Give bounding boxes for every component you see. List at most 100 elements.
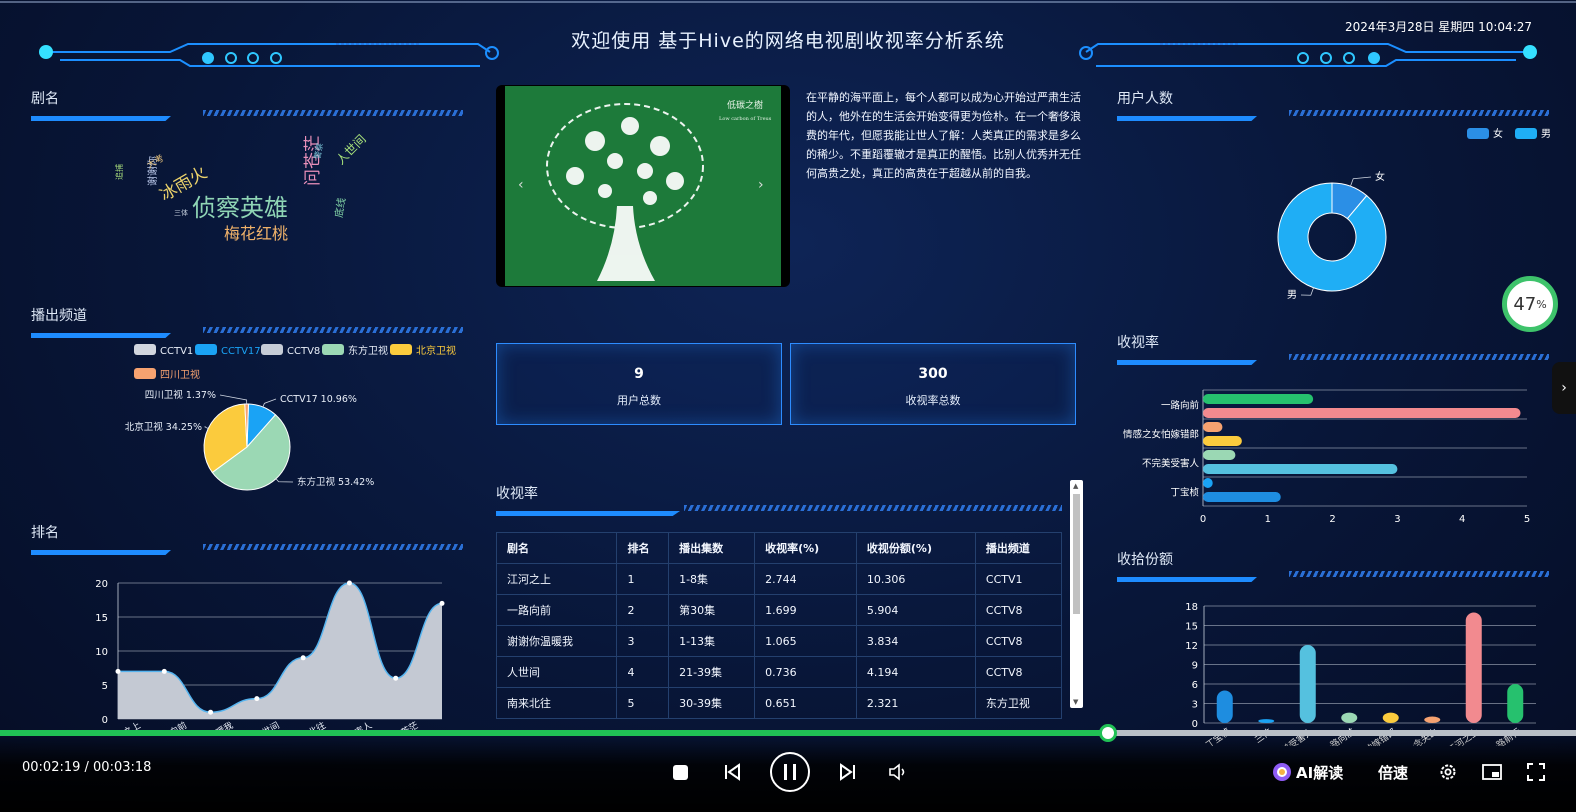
badge-unit: %	[1536, 297, 1547, 311]
pie-label: 东方卫视 53.42%	[297, 476, 374, 488]
table-cell: 一路向前	[495, 594, 618, 626]
scrollbar-thumb[interactable]	[1073, 494, 1080, 614]
legend-swatch	[1467, 128, 1489, 139]
legend-swatch	[134, 368, 156, 379]
x-tick-label: 3	[1394, 514, 1400, 525]
table-cell: 5.904	[855, 594, 976, 626]
progress-handle[interactable]	[1098, 724, 1117, 742]
rating-hbar-chart: 丁宝桢 不完美受害人 情感之女怕嫁错郎 一路向前 0 1 2 3 4 5	[1123, 389, 1530, 525]
percent-badge[interactable]: 47%	[1502, 276, 1558, 332]
stat-label: 用户总数	[617, 394, 661, 407]
page-title: 欢迎使用 基于Hive的网络电视剧收视率分析系统	[571, 30, 1005, 52]
y-category-label: 情感之女怕嫁错郎	[1123, 429, 1199, 441]
legend-label: CCTV8	[287, 346, 320, 357]
pause-button[interactable]	[770, 752, 810, 792]
y-tick-label: 6	[1192, 680, 1198, 691]
table-row[interactable]: 南来北往 5 30-39集 0.651 2.321 东方卫视	[495, 687, 1063, 719]
section-underline	[1117, 571, 1549, 583]
bar	[1424, 716, 1441, 723]
y-category-label: 不完美受害人	[1142, 458, 1200, 470]
table-row[interactable]: 江河之上 1 1-8集 2.744 10.306 CCTV1	[495, 563, 1063, 595]
volume-icon	[889, 763, 905, 781]
table-cell: 2.321	[855, 687, 976, 719]
section-title-channels: 播出频道	[31, 308, 87, 324]
carousel-next-button[interactable]: ›	[758, 177, 764, 193]
bar	[1203, 464, 1398, 474]
table-header-cell: 收视率(%)	[754, 532, 857, 564]
table-cell: 10.306	[855, 563, 976, 595]
intro-paragraph: 在平静的海平面上，每个人都可以成为心开始过严肃生活的人，他外在的生活会开始变得更…	[806, 91, 1081, 180]
badge-value: 47	[1513, 293, 1537, 315]
y-category-label: 一路向前	[1161, 400, 1199, 412]
data-point	[300, 655, 306, 661]
y-category-label: 丁宝桢	[1170, 487, 1199, 499]
legend-swatch	[261, 344, 283, 355]
table-cell: 4	[616, 656, 670, 688]
stat-card-ratings: 300 收视率总数	[790, 343, 1076, 425]
ai-interpret-button[interactable]: AI解读	[1272, 760, 1343, 784]
table-cell: 人世间	[495, 656, 618, 688]
y-tick-label: 0	[1192, 719, 1198, 730]
table-cell: 1.699	[754, 594, 857, 626]
legend-label: 四川卫视	[160, 368, 200, 381]
word-cloud-word: 人世间	[333, 131, 369, 168]
section-title-drama: 剧名	[31, 91, 59, 107]
bar	[1203, 422, 1223, 432]
fullscreen-button[interactable]	[1524, 760, 1548, 784]
section-underline	[31, 327, 463, 339]
table-cell: 5	[616, 687, 670, 719]
next-button[interactable]	[836, 760, 860, 784]
bar	[1299, 645, 1316, 723]
volume-button[interactable]	[886, 760, 910, 784]
carousel-prev-button[interactable]: ‹	[518, 177, 524, 193]
y-tick-label: 12	[1185, 641, 1198, 652]
side-expand-icon[interactable]: ›	[1552, 362, 1576, 414]
section-underline	[31, 544, 463, 556]
y-tick-label: 18	[1185, 602, 1198, 613]
previous-button[interactable]	[720, 760, 744, 784]
y-tick-label: 9	[1192, 661, 1198, 672]
settings-button[interactable]	[1436, 760, 1460, 784]
table-row[interactable]: 人世间 4 21-39集 0.736 4.194 CCTV8	[495, 656, 1063, 688]
bar	[1465, 612, 1482, 723]
table-cell: 3.834	[855, 625, 976, 657]
stat-value: 300	[918, 366, 948, 382]
table-cell: 1-8集	[668, 563, 756, 595]
table-cell: CCTV8	[974, 594, 1063, 626]
section-title-rating-bar: 收视率	[1117, 335, 1159, 351]
legend-label: CCTV1	[160, 346, 193, 357]
dashboard-root: 欢迎使用 基于Hive的网络电视剧收视率分析系统 2024年3月28日 星期四 …	[0, 0, 1576, 812]
gender-donut-chart: 女男女男	[1277, 127, 1551, 301]
legend-swatch	[390, 344, 412, 355]
section-title-users: 用户人数	[1117, 91, 1173, 107]
section-title-ranking: 排名	[31, 525, 59, 541]
table-cell: 30-39集	[668, 687, 756, 719]
bar	[1258, 719, 1275, 723]
pie-leader-line	[275, 478, 294, 483]
word-cloud-word: 追捕	[115, 164, 124, 180]
pie-leader-line	[219, 394, 248, 405]
progress-fill	[0, 730, 1108, 736]
speed-button[interactable]: 倍速	[1378, 760, 1408, 784]
table-row[interactable]: 谢谢你温暖我 3 1-13集 1.065 3.834 CCTV8	[495, 625, 1063, 657]
x-tick-label: 2	[1329, 514, 1335, 525]
table-cell: 1-13集	[668, 625, 756, 657]
bar	[1203, 492, 1281, 502]
section-underline	[496, 505, 1062, 517]
word-cloud-word: 侦察英雄	[192, 194, 288, 222]
table-scrollbar[interactable]: ▲ ▼	[1070, 480, 1083, 708]
bar	[1507, 684, 1524, 723]
table-cell: 谢谢你温暖我	[495, 625, 618, 657]
picture-in-picture-icon	[1482, 764, 1502, 780]
legend-swatch	[322, 344, 344, 355]
stop-button[interactable]	[670, 762, 690, 782]
pip-button[interactable]	[1480, 760, 1504, 784]
bar	[1203, 436, 1242, 446]
image-carousel[interactable]: 低碳之樹 Low carbon of Treus ‹ ›	[496, 85, 790, 287]
carousel-caption-en: Low carbon of Treus	[719, 116, 772, 122]
carousel-caption: 低碳之樹	[727, 99, 763, 111]
table-row[interactable]: 一路向前 2 第30集 1.699 5.904 CCTV8	[495, 594, 1063, 626]
legend-swatch	[195, 344, 217, 355]
legend-label: 东方卫视	[348, 344, 388, 357]
bar	[1203, 408, 1521, 418]
